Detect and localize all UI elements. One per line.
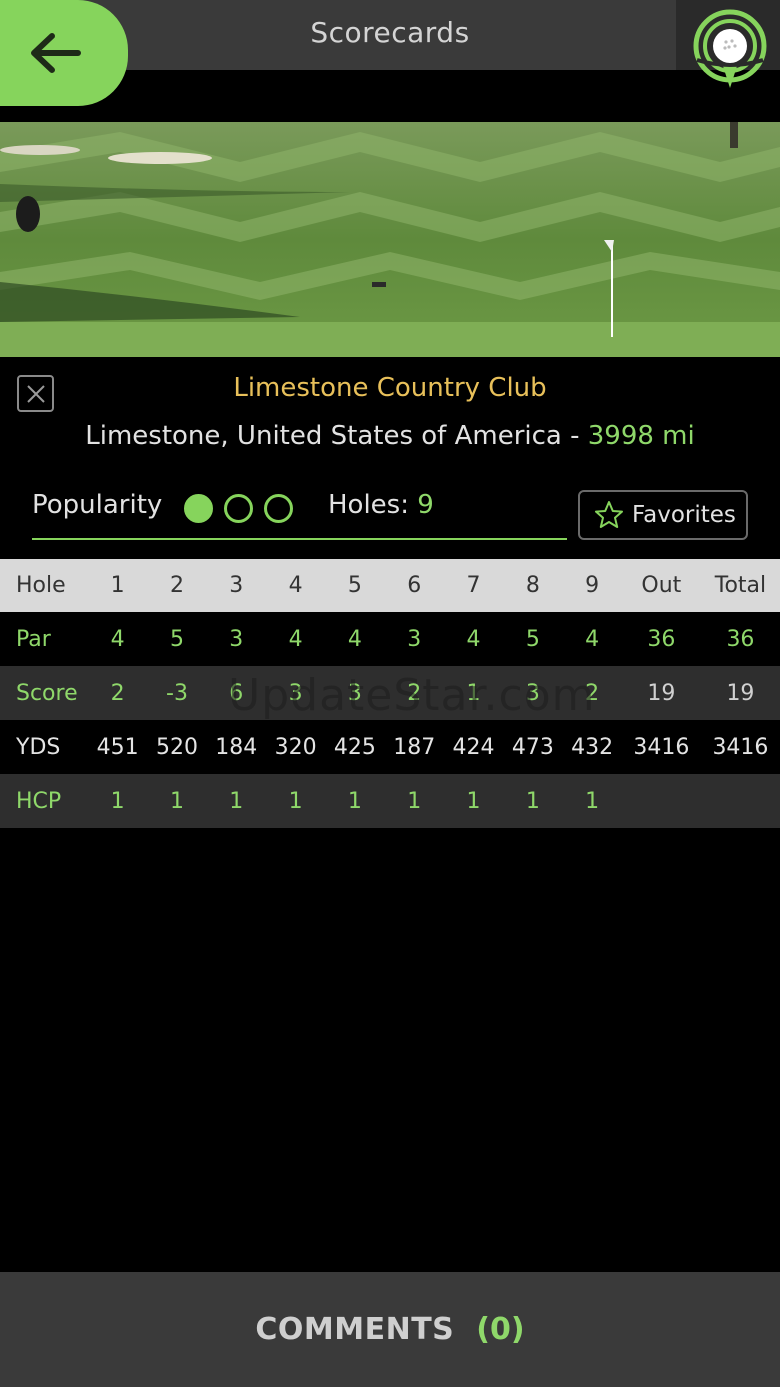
table-cell: 187 (393, 734, 436, 760)
table-cell: 4 (288, 573, 303, 598)
table-cell: Total (714, 573, 767, 598)
table-cell: 3416 (712, 734, 769, 760)
table-cell: 3416 (633, 734, 690, 760)
table-cell: 320 (274, 734, 317, 760)
table-cell[interactable]: 2 (563, 666, 622, 720)
table-cell: 1 (288, 788, 303, 814)
table-cell[interactable]: 2 (88, 666, 147, 720)
table-cell: 8 (525, 573, 540, 598)
app-header: Scorecards (0, 0, 780, 106)
table-row-score: Score 2 -3 6 3 3 2 1 3 2 19 19 (0, 666, 780, 720)
table-cell: 1 (585, 788, 600, 814)
course-name: Limestone Country Club (233, 373, 547, 403)
table-cell: 4 (347, 626, 362, 652)
popularity-row: Popularity Holes: 9 (32, 488, 567, 540)
table-cell: 5 (525, 626, 540, 652)
table-cell[interactable]: 3 (266, 666, 325, 720)
table-row-yds: YDS 451 520 184 320 425 187 424 473 432 … (0, 720, 780, 774)
table-cell: 1 (110, 788, 125, 814)
scorecard-table: Hole 1 2 3 4 5 6 7 8 9 Out Total Par 4 5… (0, 559, 780, 828)
table-cell: 1 (110, 573, 125, 598)
holes-info: Holes: 9 (328, 490, 434, 520)
table-cell: 4 (288, 626, 303, 652)
distance-value: 3998 mi (587, 421, 695, 451)
table-cell: 4 (466, 626, 481, 652)
table-cell[interactable]: 3 (503, 666, 562, 720)
table-cell: 1 (407, 788, 422, 814)
table-cell: 520 (155, 734, 198, 760)
back-button[interactable] (0, 0, 128, 106)
table-cell: 432 (571, 734, 614, 760)
table-cell: 3 (407, 626, 422, 652)
table-header-row: Hole 1 2 3 4 5 6 7 8 9 Out Total (0, 559, 780, 612)
table-cell: 3 (229, 626, 244, 652)
table-cell: 1 (466, 788, 481, 814)
table-cell[interactable]: 6 (207, 666, 266, 720)
table-cell: 2 (169, 573, 184, 598)
table-cell: YDS (16, 734, 61, 760)
table-cell: 36 (726, 626, 755, 652)
popularity-dot-empty (224, 494, 253, 523)
holes-label: Holes: (328, 490, 418, 520)
table-cell: 9 (585, 573, 600, 598)
popularity-label: Popularity (32, 490, 163, 520)
table-cell: 19 (726, 680, 755, 706)
arrow-left-icon (31, 33, 81, 73)
table-cell: 425 (333, 734, 376, 760)
golf-ball-signal-icon[interactable] (692, 8, 768, 90)
favorites-button[interactable]: Favorites (578, 490, 748, 540)
table-cell: 1 (525, 788, 540, 814)
table-cell: Par (16, 626, 51, 652)
course-photo (0, 122, 780, 357)
table-cell: 4 (110, 626, 125, 652)
table-cell (701, 774, 780, 828)
table-cell (622, 774, 701, 828)
table-cell[interactable]: -3 (147, 666, 206, 720)
popularity-dot-filled (184, 494, 213, 523)
table-cell: 6 (407, 573, 422, 598)
holes-value: 9 (417, 490, 434, 520)
table-cell: 1 (347, 788, 362, 814)
table-cell[interactable]: 3 (325, 666, 384, 720)
comments-label: COMMENTS (255, 1312, 455, 1347)
table-cell[interactable]: 1 (444, 666, 503, 720)
table-cell: 3 (229, 573, 244, 598)
star-icon (595, 501, 623, 528)
table-cell: 1 (169, 788, 184, 814)
table-cell: 473 (511, 734, 554, 760)
table-cell: 7 (466, 573, 481, 598)
table-row-hcp: HCP 1 1 1 1 1 1 1 1 1 (0, 774, 780, 828)
table-cell[interactable]: 2 (385, 666, 444, 720)
popularity-dot-empty (264, 494, 293, 523)
table-cell: 19 (647, 680, 676, 706)
table-cell: 1 (229, 788, 244, 814)
table-cell: 5 (169, 626, 184, 652)
table-cell: Out (641, 573, 682, 598)
table-cell: 36 (647, 626, 676, 652)
comments-count: (0) (476, 1312, 525, 1347)
favorites-label: Favorites (632, 502, 736, 528)
table-cell: 451 (96, 734, 139, 760)
table-cell: 424 (452, 734, 495, 760)
table-cell: 5 (347, 573, 362, 598)
comments-button[interactable]: COMMENTS (0) (0, 1272, 780, 1387)
table-cell: HCP (16, 788, 62, 814)
course-location: Limestone, United States of America - 39… (0, 421, 780, 451)
table-cell: 184 (215, 734, 258, 760)
location-text: Limestone, United States of America - (85, 421, 588, 451)
table-cell: Score (16, 680, 78, 706)
table-row-par: Par 4 5 3 4 4 3 4 5 4 36 36 (0, 612, 780, 666)
table-cell: Hole (16, 573, 66, 598)
table-cell: 4 (585, 626, 600, 652)
